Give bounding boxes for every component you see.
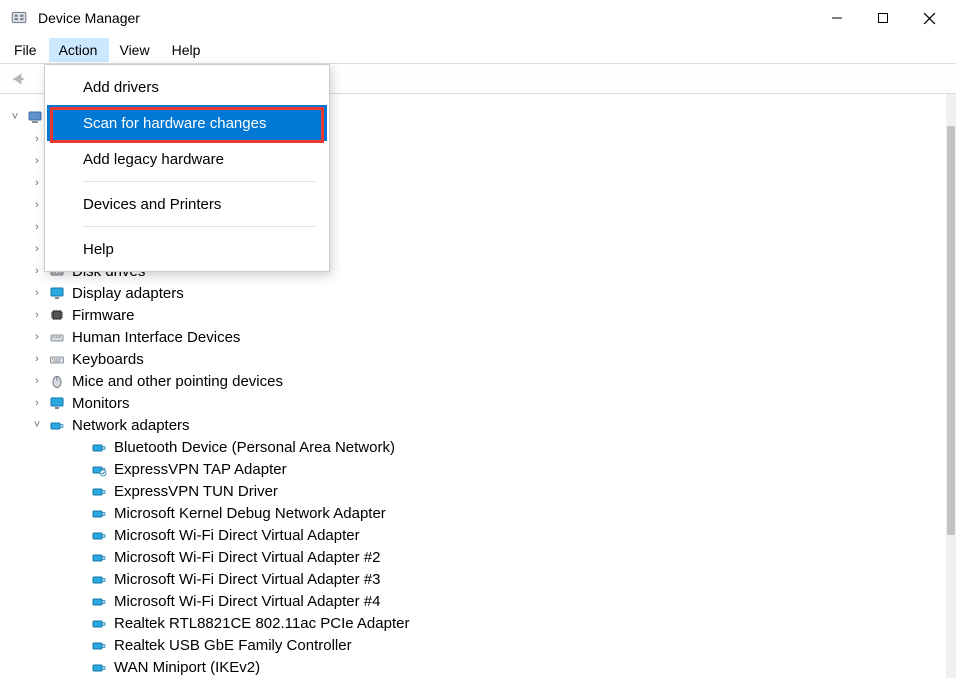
tree-node-label: ExpressVPN TUN Driver [114, 483, 278, 500]
chevron-right-icon[interactable]: › [30, 198, 44, 212]
chevron-right-icon[interactable]: › [30, 286, 44, 300]
action-menu-dropdown: Add drivers Scan for hardware changes Add … [44, 64, 330, 272]
scrollbar-thumb[interactable] [947, 126, 955, 535]
chevron-right-icon[interactable]: › [30, 308, 44, 322]
chevron-right-icon[interactable]: › [30, 352, 44, 366]
menu-file[interactable]: File [4, 38, 49, 62]
menu-item-label: Help [83, 241, 114, 258]
chevron-right-icon[interactable]: › [30, 396, 44, 410]
action-menu-item[interactable]: Help [47, 231, 327, 267]
tree-node[interactable]: ˅ Network adapters [2, 414, 950, 436]
tree-node-label: Microsoft Wi-Fi Direct Virtual Adapter #… [114, 571, 380, 588]
tree-node-label: Network adapters [72, 417, 190, 434]
close-button[interactable] [906, 2, 952, 34]
tree-node-label: Display adapters [72, 285, 184, 302]
tree-node[interactable]: ›ExpressVPN TAP Adapter [2, 458, 950, 480]
tree-node-label: Microsoft Wi-Fi Direct Virtual Adapter #… [114, 549, 380, 566]
action-menu-item[interactable]: Add drivers [47, 69, 327, 105]
hid-icon [48, 328, 66, 346]
action-menu-item[interactable]: Scan for hardware changes [47, 105, 327, 141]
nic-badge-icon [90, 460, 108, 478]
tree-node-label: WAN Miniport (IKEv2) [114, 659, 260, 676]
tree-node-label: Mice and other pointing devices [72, 373, 283, 390]
chevron-down-icon[interactable]: ˅ [30, 418, 44, 432]
nic-icon [90, 592, 108, 610]
maximize-button[interactable] [860, 2, 906, 34]
tree-node[interactable]: › Display adapters [2, 282, 950, 304]
chevron-right-icon[interactable]: › [30, 154, 44, 168]
tree-node-label: Microsoft Wi-Fi Direct Virtual Adapter [114, 527, 360, 544]
menu-help[interactable]: Help [162, 38, 213, 62]
menu-item-label: Add drivers [83, 79, 159, 96]
chevron-right-icon[interactable]: › [30, 176, 44, 190]
tree-node-label: Bluetooth Device (Personal Area Network) [114, 439, 395, 456]
chevron-right-icon[interactable]: › [30, 242, 44, 256]
computer-icon [26, 108, 44, 126]
tree-node[interactable]: ›Microsoft Wi-Fi Direct Virtual Adapter … [2, 546, 950, 568]
tree-node[interactable]: › Monitors [2, 392, 950, 414]
tree-node[interactable]: ›Microsoft Kernel Debug Network Adapter [2, 502, 950, 524]
tree-node-label: Realtek USB GbE Family Controller [114, 637, 352, 654]
tree-node[interactable]: ›ExpressVPN TUN Driver [2, 480, 950, 502]
nic-icon [90, 438, 108, 456]
back-button[interactable] [6, 67, 30, 91]
menu-bar: File Action View Help [0, 36, 956, 64]
nic-icon [90, 548, 108, 566]
tree-node-label: ExpressVPN TAP Adapter [114, 461, 287, 478]
menu-view[interactable]: View [109, 38, 161, 62]
nic-icon [90, 526, 108, 544]
nic-icon [90, 636, 108, 654]
action-menu-item[interactable]: Devices and Printers [47, 186, 327, 222]
chevron-right-icon[interactable]: › [30, 264, 44, 278]
chevron-right-icon[interactable]: › [30, 220, 44, 234]
mouse-icon [48, 372, 66, 390]
keyboard-icon [48, 350, 66, 368]
menu-separator [83, 226, 315, 227]
monitor-icon [48, 394, 66, 412]
tree-node[interactable]: ›Microsoft Wi-Fi Direct Virtual Adapter … [2, 590, 950, 612]
tree-node[interactable]: › Firmware [2, 304, 950, 326]
nic-icon [90, 504, 108, 522]
tree-node[interactable]: ›Microsoft Wi-Fi Direct Virtual Adapter … [2, 568, 950, 590]
chevron-down-icon[interactable]: ˅ [8, 110, 22, 124]
title-bar: Device Manager [0, 0, 956, 36]
vertical-scrollbar[interactable] [946, 94, 956, 678]
monitor-icon [48, 284, 66, 302]
nic-icon [48, 416, 66, 434]
nic-icon [90, 658, 108, 676]
tree-node[interactable]: › Human Interface Devices [2, 326, 950, 348]
chip-icon [48, 306, 66, 324]
menu-action[interactable]: Action [49, 38, 110, 62]
menu-separator [83, 181, 315, 182]
tree-node-label: Keyboards [72, 351, 144, 368]
tree-node-label: Human Interface Devices [72, 329, 240, 346]
menu-item-label: Scan for hardware changes [83, 115, 266, 132]
window-title: Device Manager [38, 10, 814, 26]
nic-icon [90, 482, 108, 500]
nic-icon [90, 614, 108, 632]
chevron-right-icon[interactable]: › [30, 330, 44, 344]
tree-node[interactable]: › Keyboards [2, 348, 950, 370]
minimize-button[interactable] [814, 2, 860, 34]
tree-node[interactable]: ›WAN Miniport (IKEv2) [2, 656, 950, 678]
tree-node[interactable]: ›Bluetooth Device (Personal Area Network… [2, 436, 950, 458]
chevron-right-icon[interactable]: › [30, 374, 44, 388]
action-menu-item[interactable]: Add legacy hardware [47, 141, 327, 177]
tree-node-label: Microsoft Kernel Debug Network Adapter [114, 505, 386, 522]
app-icon [10, 9, 28, 27]
menu-item-label: Add legacy hardware [83, 151, 224, 168]
tree-node[interactable]: ›Realtek USB GbE Family Controller [2, 634, 950, 656]
window-controls [814, 2, 952, 34]
chevron-right-icon[interactable]: › [30, 132, 44, 146]
tree-node[interactable]: ›Realtek RTL8821CE 802.11ac PCIe Adapter [2, 612, 950, 634]
tree-node[interactable]: ›Microsoft Wi-Fi Direct Virtual Adapter [2, 524, 950, 546]
tree-node-label: Firmware [72, 307, 135, 324]
tree-node-label: Monitors [72, 395, 130, 412]
tree-node-label: Microsoft Wi-Fi Direct Virtual Adapter #… [114, 593, 380, 610]
tree-node[interactable]: › Mice and other pointing devices [2, 370, 950, 392]
nic-icon [90, 570, 108, 588]
tree-node-label: Realtek RTL8821CE 802.11ac PCIe Adapter [114, 615, 409, 632]
menu-item-label: Devices and Printers [83, 196, 221, 213]
